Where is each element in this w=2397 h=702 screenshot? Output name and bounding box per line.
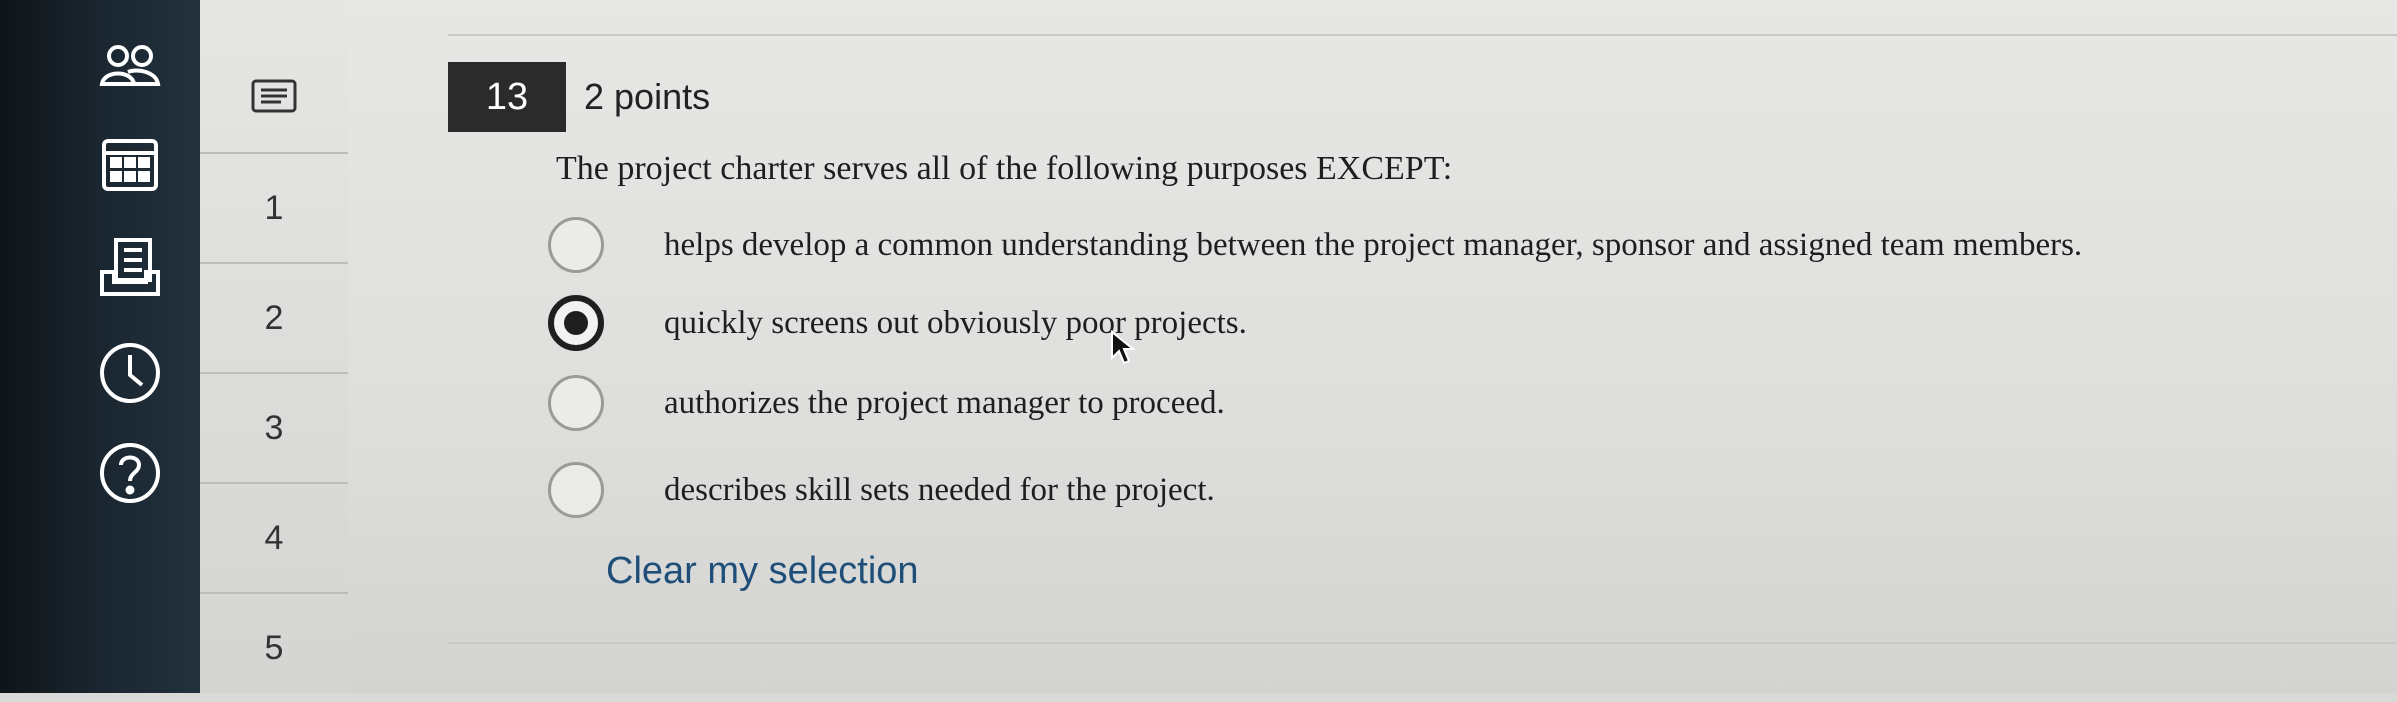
question-nav-item-5[interactable]: 5: [200, 592, 348, 702]
calendar-icon[interactable]: [92, 125, 168, 201]
answer-option[interactable]: authorizes the project manager to procee…: [548, 368, 1225, 438]
radio-button-selected[interactable]: [548, 295, 604, 351]
question-navigator: 1 2 3 4 5: [200, 0, 350, 693]
radio-button[interactable]: [548, 462, 604, 518]
radio-button[interactable]: [548, 375, 604, 431]
answer-option-label: helps develop a common understanding bet…: [664, 226, 2083, 263]
answer-option-label: quickly screens out obviously poor proje…: [664, 304, 1247, 341]
help-icon[interactable]: [92, 435, 168, 511]
radio-dot: [564, 311, 588, 335]
inbox-icon[interactable]: [92, 230, 168, 306]
radio-button[interactable]: [548, 217, 604, 273]
clear-selection-link[interactable]: Clear my selection: [606, 550, 919, 593]
answer-option-label: authorizes the project manager to procee…: [664, 384, 1225, 421]
answer-option[interactable]: helps develop a common understanding bet…: [548, 210, 2082, 280]
answer-option[interactable]: quickly screens out obviously poor proje…: [548, 288, 1247, 358]
divider: [448, 642, 2397, 644]
mouse-cursor-icon: [1110, 329, 1136, 371]
answer-option-label: describes skill sets needed for the proj…: [664, 471, 1215, 508]
answer-option[interactable]: describes skill sets needed for the proj…: [548, 455, 1215, 525]
question-text: The project charter serves all of the fo…: [556, 150, 1453, 187]
question-nav-item-1[interactable]: 1: [200, 152, 348, 262]
question-number: 13: [448, 62, 566, 132]
question-nav-item-4[interactable]: 4: [200, 482, 348, 592]
clock-icon[interactable]: [92, 335, 168, 411]
question-nav-item-3[interactable]: 3: [200, 372, 348, 482]
question-nav-item-2[interactable]: 2: [200, 262, 348, 372]
notes-icon[interactable]: [200, 40, 348, 152]
divider: [448, 34, 2397, 36]
question-points: 2 points: [584, 76, 711, 117]
people-icon[interactable]: [92, 30, 168, 106]
left-rail: [0, 0, 200, 693]
